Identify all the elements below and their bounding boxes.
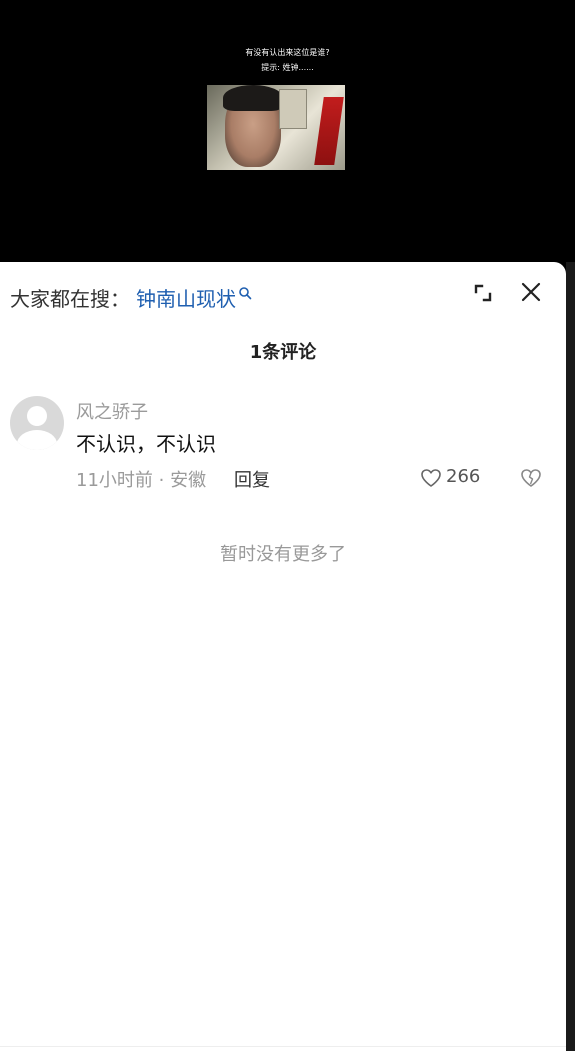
video-caption-line1: 有没有认出来这位是谁? xyxy=(245,48,330,57)
comment-meta: 11小时前 · 安徽 xyxy=(76,470,207,491)
close-icon[interactable] xyxy=(519,280,543,304)
video-frame-image xyxy=(207,85,345,170)
divider xyxy=(0,1046,566,1047)
broken-heart-icon[interactable] xyxy=(520,468,542,488)
avatar-head xyxy=(27,406,47,426)
video-player[interactable]: 有没有认出来这位是谁? 提示: 姓钟...... xyxy=(0,0,575,262)
flag xyxy=(314,97,344,165)
small-photo xyxy=(279,89,307,129)
comment-count-title: 1条评论 xyxy=(249,342,317,363)
like-count: 266 xyxy=(446,466,481,487)
comment-text: 不认识，不认识 xyxy=(76,432,216,456)
video-caption-line2: 提示: 姓钟...... xyxy=(261,63,314,72)
search-icon xyxy=(239,287,252,300)
background-edge xyxy=(566,262,575,1051)
search-suggestion[interactable]: 大家都在搜： 钟南山现状 xyxy=(10,282,252,312)
user-avatar[interactable] xyxy=(10,396,64,450)
no-more-comments: 暂时没有更多了 xyxy=(220,544,346,565)
comment-username[interactable]: 风之骄子 xyxy=(76,398,148,424)
reply-button[interactable]: 回复 xyxy=(234,466,270,492)
search-suggestion-term[interactable]: 钟南山现状 xyxy=(136,283,236,312)
search-suggestion-prefix: 大家都在搜： xyxy=(10,286,130,311)
expand-icon[interactable] xyxy=(472,282,494,304)
portrait-hair xyxy=(223,85,283,111)
comment-panel: 大家都在搜： 钟南山现状 1条评论 风之骄子 不认识，不认识 11小时前 · 安… xyxy=(0,262,566,1051)
avatar-body xyxy=(17,430,57,450)
heart-icon[interactable] xyxy=(420,468,442,488)
